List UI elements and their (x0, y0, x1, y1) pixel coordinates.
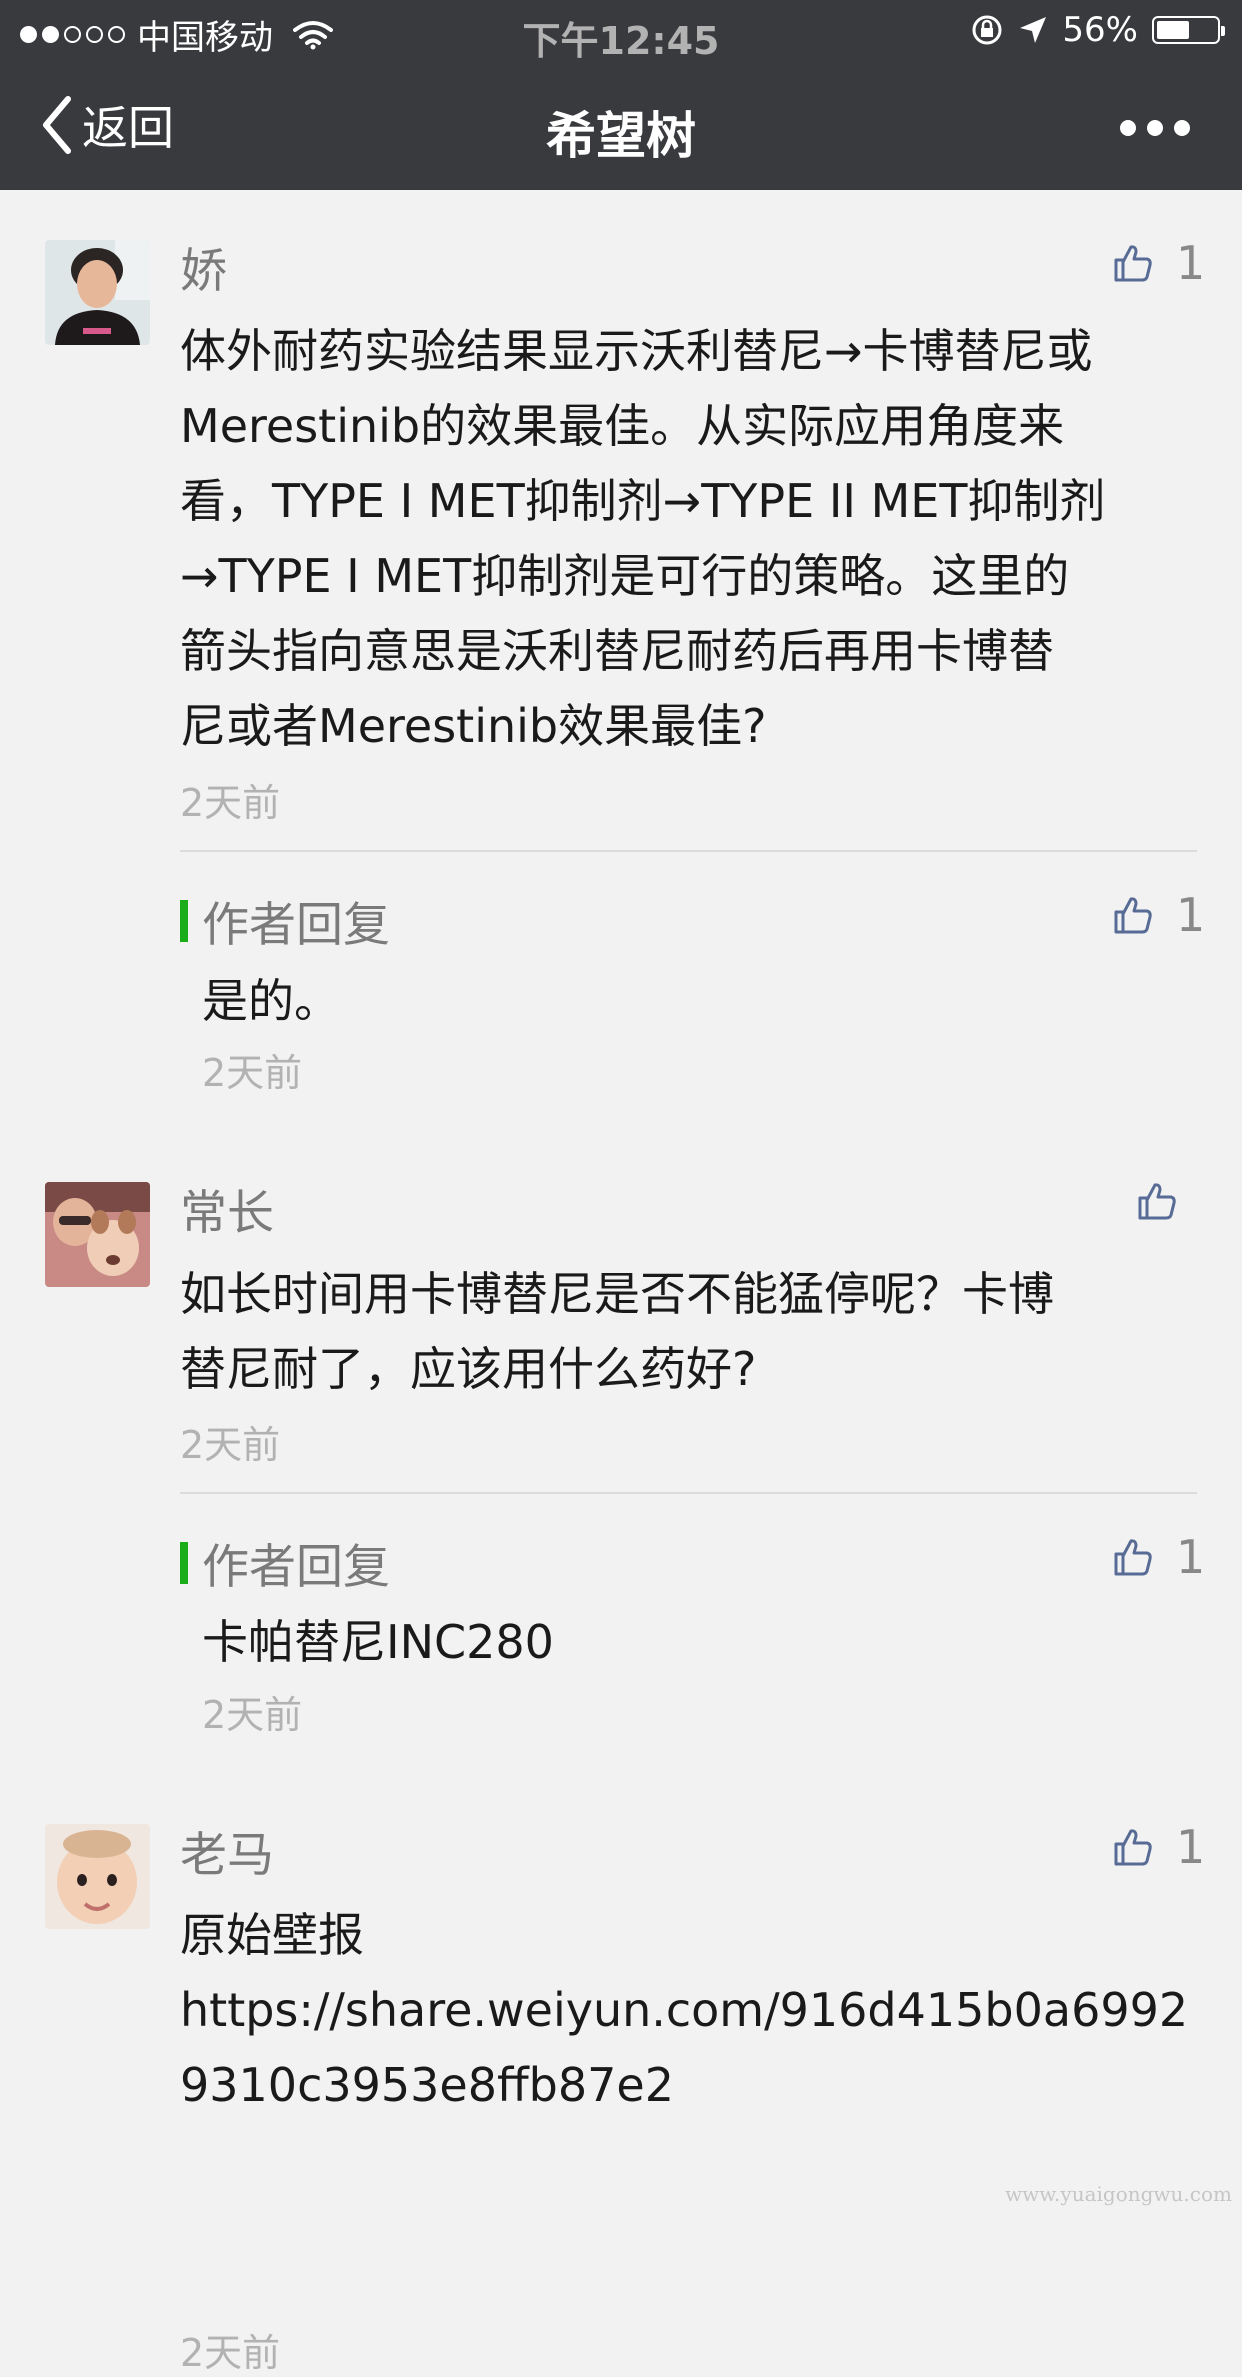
comment-text-line: 替尼耐了，应该用什么药好? (180, 1342, 757, 1396)
comment-text-line: 看，TYPE I MET抑制剂→TYPE II MET抑制剂 (180, 474, 1106, 528)
thumbs-up-icon (1138, 1183, 1176, 1220)
battery-icon (1152, 16, 1225, 44)
reply-text: 卡帕替尼INC280 (202, 1615, 554, 1669)
comment-text-line: 原始壁报 (180, 1908, 364, 1962)
reply-text: 是的。 (202, 974, 340, 1028)
like-count: 1 (1176, 1820, 1206, 1874)
reply-time: 2天前 (202, 1693, 303, 1737)
page-title: 希望树 (546, 107, 696, 165)
watermark: www.yuaigongwu.com (1005, 2182, 1232, 2206)
battery-fill (1157, 21, 1190, 39)
navigation-bar: 返回 希望树 (0, 62, 1242, 190)
rotation-lock-icon (972, 15, 1002, 45)
comment-text: 原始壁报 https://share.weiyun.com/916d415b0a… (180, 1898, 1200, 2123)
avatar[interactable] (45, 1824, 150, 1929)
comment-text-line: Merestinib的效果最佳。从实际应用角度来 (180, 399, 1065, 453)
author-reply-label: 作者回复 (180, 886, 390, 955)
battery-percent: 56% (1062, 10, 1138, 50)
comment-text: 如长时间用卡博替尼是否不能猛停呢？卡博 替尼耐了，应该用什么药好? (180, 1257, 1200, 1407)
comment-text-line: 如长时间用卡博替尼是否不能猛停呢？卡博 (180, 1267, 1054, 1321)
thumbs-up-icon (1114, 1829, 1152, 1866)
like-button[interactable]: 1 (1112, 888, 1205, 942)
comment-text-line: 尼或者Merestinib效果最佳? (180, 699, 767, 753)
comment-text-line: 箭头指向意思是沃利替尼耐药后再用卡博替 (180, 624, 1054, 678)
commenter-name[interactable]: 常长 (180, 1174, 274, 1243)
more-dots-icon[interactable] (1120, 120, 1190, 136)
commenter-name[interactable]: 老马 (180, 1816, 274, 1885)
like-button[interactable] (1136, 1180, 1200, 1222)
status-right: 56% (970, 10, 1225, 50)
like-count: 1 (1176, 1530, 1206, 1584)
like-button[interactable]: 1 (1112, 236, 1205, 290)
thumbs-up-icon (1114, 1539, 1152, 1576)
reply-divider (180, 1492, 1197, 1494)
comment-text-line: →TYPE I MET抑制剂是可行的策略。这里的 (180, 549, 1070, 603)
comment-text: 体外耐药实验结果显示沃利替尼→卡博替尼或 Merestinib的效果最佳。从实际… (180, 314, 1200, 764)
reply-label-text: 作者回复 (202, 1540, 390, 1595)
comment-text-line: 体外耐药实验结果显示沃利替尼→卡博替尼或 (180, 324, 1093, 378)
user-avatar-image (45, 1824, 150, 1929)
reply-divider (180, 850, 1197, 852)
status-bar: 中国移动 下午12:45 56% (0, 0, 1242, 63)
comment-time: 2天前 (180, 781, 281, 825)
avatar[interactable] (45, 1182, 150, 1287)
thumbs-up-icon (1114, 245, 1152, 282)
comment-time: 2天前 (180, 2331, 281, 2375)
top-bar: 中国移动 下午12:45 56% 返回 希望树 (0, 0, 1242, 190)
user-avatar-image (45, 1182, 150, 1287)
avatar[interactable] (45, 240, 150, 345)
like-button[interactable]: 1 (1112, 1820, 1205, 1874)
like-count: 1 (1176, 888, 1206, 942)
comment-time: 2天前 (180, 1423, 281, 1467)
location-arrow-icon (1020, 17, 1047, 43)
reply-accent-bar (180, 1541, 188, 1584)
like-count: 1 (1176, 236, 1206, 290)
like-button[interactable]: 1 (1112, 1530, 1205, 1584)
user-avatar-image (45, 240, 150, 345)
comment-text-line[interactable]: 9310c3953e8ffb87e2 (180, 2048, 1200, 2123)
reply-accent-bar (180, 899, 188, 942)
comment-text-line[interactable]: https://share.weiyun.com/916d415b0a6992 (180, 1973, 1200, 2048)
reply-label-text: 作者回复 (202, 898, 390, 953)
commenter-name[interactable]: 娇 (180, 232, 227, 301)
thumbs-up-icon (1114, 897, 1152, 934)
reply-time: 2天前 (202, 1051, 303, 1095)
author-reply-label: 作者回复 (180, 1528, 390, 1597)
